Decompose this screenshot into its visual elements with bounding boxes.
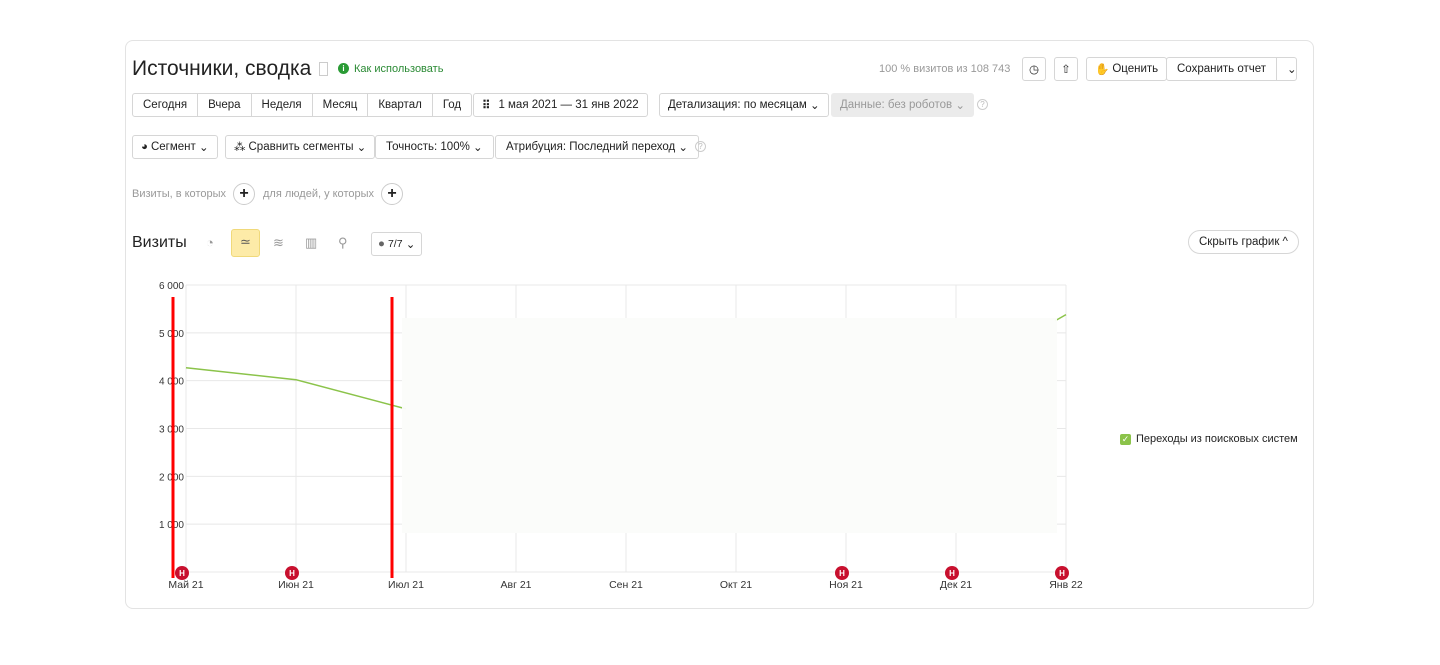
x-tick-label: Ноя 21 [829,579,863,591]
y-tick-label: 6 000 [159,281,184,292]
x-tick-label: Дек 21 [940,579,972,591]
x-tick-label: Июн 21 [278,579,314,591]
x-tick-label: Сен 21 [609,579,643,591]
annotation-label: Н [1059,569,1065,578]
x-tick-label: Окт 21 [720,579,752,591]
x-tick-label: Янв 22 [1049,579,1083,591]
x-tick-label: Июл 21 [388,579,424,591]
x-tick-label: Авг 21 [500,579,531,591]
annotation-label: Н [289,569,295,578]
annotation-label: Н [839,569,845,578]
annotation-label: Н [949,569,955,578]
line-chart: 01 0002 0003 0004 0005 0006 000Май 21Июн… [159,281,1083,591]
annotation-label: Н [179,569,185,578]
x-tick-label: Май 21 [168,579,203,591]
obscured-region [402,318,1057,533]
